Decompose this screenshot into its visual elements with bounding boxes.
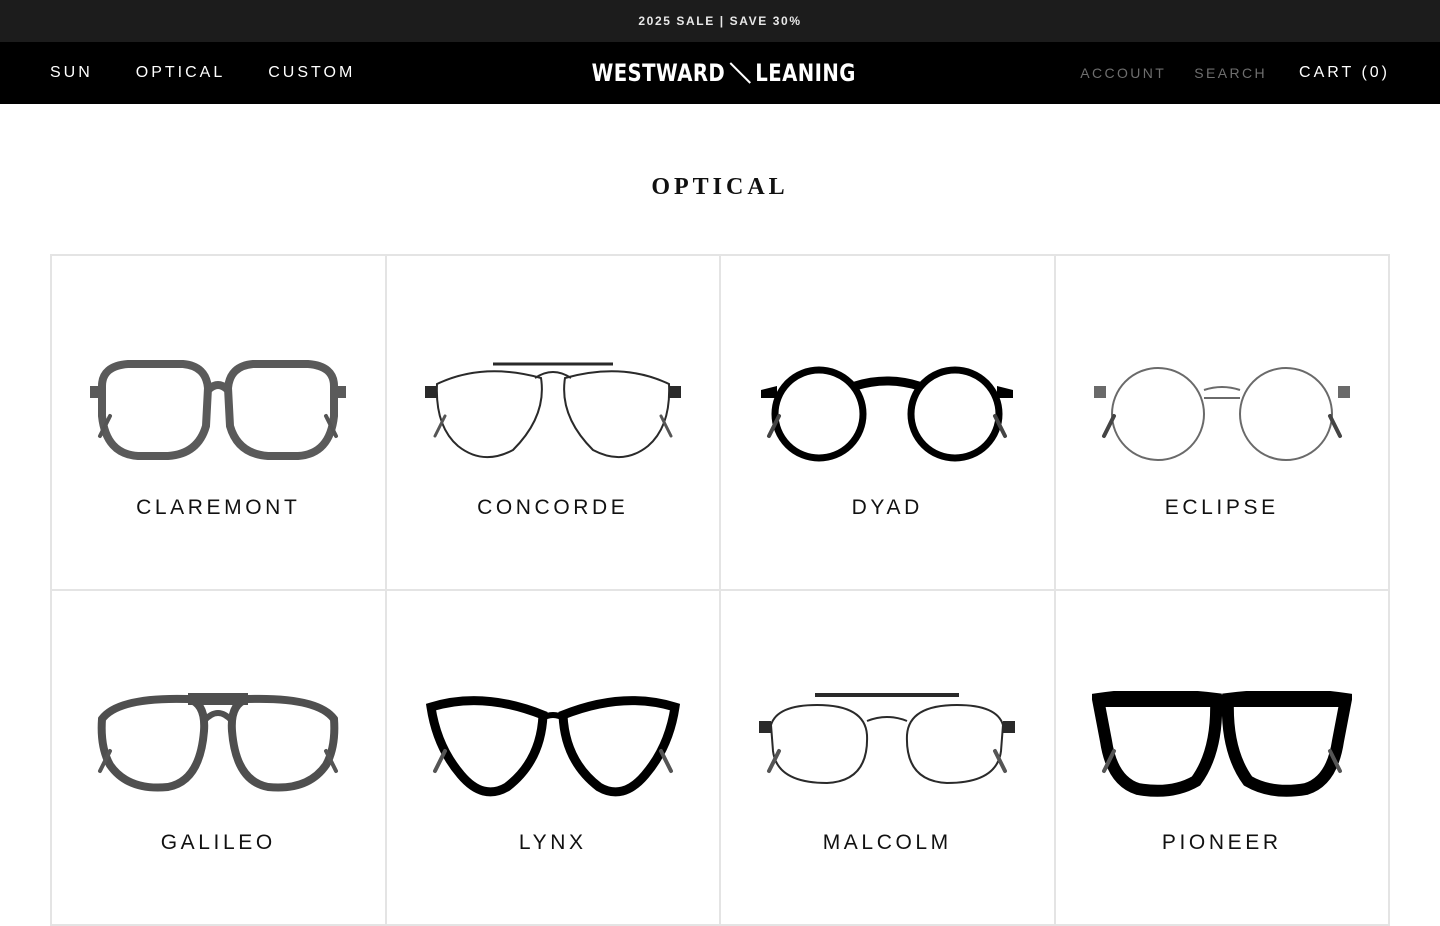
glasses-image [759,693,1016,785]
brand-logo[interactable]: WESTWARD LEANING [562,59,877,87]
product-name: ECLIPSE [1164,496,1279,519]
main-nav: SUN OPTICAL CUSTOM WESTWARD LEANING ACCO… [0,42,1440,104]
product-name: PIONEER [1161,831,1282,854]
search-link[interactable]: SEARCH [1194,65,1267,81]
product-card[interactable]: ECLIPSE [1055,256,1390,591]
glasses-image [761,366,1014,462]
cart-link[interactable]: CART (0) [1299,64,1390,82]
product-name: CLAREMONT [136,496,301,519]
logo-slash-icon [729,62,751,84]
nav-link-optical[interactable]: OPTICAL [136,64,225,82]
page-title: OPTICAL [651,174,789,200]
product-card[interactable]: GALILEO [52,591,387,926]
product-card[interactable]: PIONEER [1055,591,1390,926]
glasses-image [1091,691,1352,797]
account-link[interactable]: ACCOUNT [1080,65,1166,81]
glasses-image [424,362,681,458]
product-name: DYAD [851,496,923,519]
nav-left-menu: SUN OPTICAL CUSTOM [50,64,355,82]
product-card[interactable]: CLAREMONT [52,256,387,591]
product-name: CONCORDE [477,496,629,519]
brand-logo-left: WESTWARD [591,59,726,87]
product-card[interactable]: CONCORDE [386,256,721,591]
product-card[interactable]: LYNX [386,591,721,926]
brand-logo-right: LEANING [755,59,856,87]
nav-right-menu: ACCOUNT SEARCH CART (0) [1080,64,1390,82]
product-name: GALILEO [160,831,276,854]
product-grid: CLAREMONT CONCORDE DYAD ECLIPSE GALILEO … [50,254,1390,926]
glasses-image [1093,367,1350,461]
glasses-image [97,693,339,792]
announcement-text: 2025 SALE | SAVE 30% [638,14,802,28]
product-card[interactable]: DYAD [721,256,1056,591]
product-card[interactable]: MALCOLM [721,591,1056,926]
glasses-image [90,360,347,460]
announcement-bar: 2025 SALE | SAVE 30% [0,0,1440,42]
nav-link-sun[interactable]: SUN [50,64,93,82]
nav-link-custom[interactable]: CUSTOM [268,64,355,82]
product-name: MALCOLM [822,831,952,854]
product-name: LYNX [518,831,587,854]
glasses-image [425,696,680,797]
